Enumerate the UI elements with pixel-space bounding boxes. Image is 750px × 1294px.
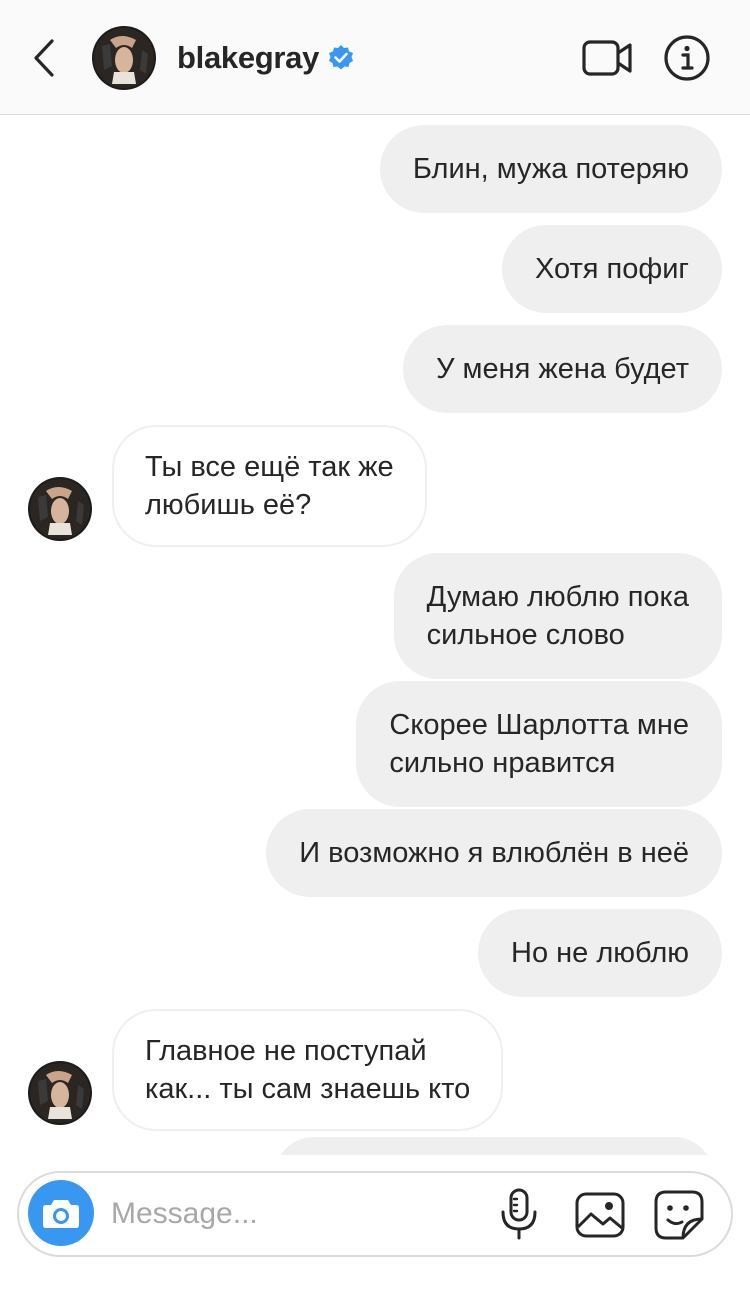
- username: blakegray: [177, 40, 320, 75]
- message-composer: [17, 1171, 733, 1257]
- back-button[interactable]: [26, 36, 62, 80]
- message-text: Главное не поступай: [145, 1035, 427, 1067]
- voice-message-button[interactable]: [497, 1187, 541, 1241]
- chevron-left-icon: [34, 39, 54, 77]
- message-bubble[interactable]: [274, 1137, 714, 1155]
- message-text: любишь её?: [145, 489, 312, 521]
- avatar[interactable]: [28, 477, 92, 541]
- message-bubble[interactable]: Блин, мужа потеряю: [379, 125, 722, 213]
- message-input[interactable]: [109, 1187, 493, 1241]
- image-icon: [575, 1192, 625, 1238]
- message-bubble[interactable]: Главное не поступай как... ты сам знаешь…: [112, 1009, 504, 1131]
- message-text: сильное слово: [426, 619, 625, 651]
- camera-button[interactable]: [28, 1180, 94, 1246]
- message-bubble[interactable]: У меня жена будет: [403, 325, 722, 413]
- message-text: И возможно я влюблён в неё: [299, 837, 689, 869]
- message-text: Хотя пофиг: [534, 253, 689, 285]
- message-bubble[interactable]: Думаю люблю пока сильное слово: [393, 553, 722, 679]
- video-camera-icon: [582, 40, 632, 76]
- chat-header: blakegray: [0, 0, 750, 115]
- message-text: У меня жена будет: [436, 353, 689, 385]
- sticker-button[interactable]: [653, 1189, 705, 1241]
- message-bubble[interactable]: Скорее Шарлотта мне сильно нравится: [356, 681, 722, 807]
- sticker-icon: [654, 1190, 704, 1240]
- message-bubble[interactable]: Хотя пофиг: [501, 225, 722, 313]
- message-bubble[interactable]: Но не люблю: [478, 909, 722, 997]
- avatar[interactable]: [92, 26, 156, 90]
- microphone-icon: [501, 1188, 537, 1240]
- message-text: Думаю люблю пока: [426, 581, 689, 613]
- gallery-button[interactable]: [574, 1191, 626, 1239]
- verified-badge-icon: [329, 45, 354, 70]
- message-bubble[interactable]: Ты все ещё так же любишь её?: [112, 425, 427, 547]
- camera-icon: [43, 1200, 79, 1228]
- video-call-button[interactable]: [580, 36, 636, 80]
- message-text: как... ты сам знаешь кто: [145, 1073, 471, 1105]
- message-text: Блин, мужа потеряю: [412, 153, 689, 185]
- message-text: Но не люблю: [511, 937, 689, 969]
- message-thread[interactable]: Блин, мужа потеряю Хотя пофиг У меня жен…: [0, 115, 750, 1155]
- message-text: сильно нравится: [389, 747, 616, 779]
- message-bubble[interactable]: И возможно я влюблён в неё: [266, 809, 722, 897]
- username-link[interactable]: blakegray: [177, 36, 355, 80]
- info-icon: [664, 35, 710, 81]
- message-text: Скорее Шарлотта мне: [389, 709, 689, 741]
- message-text: Ты все ещё так же: [145, 451, 394, 483]
- avatar[interactable]: [28, 1061, 92, 1125]
- info-button[interactable]: [662, 33, 712, 83]
